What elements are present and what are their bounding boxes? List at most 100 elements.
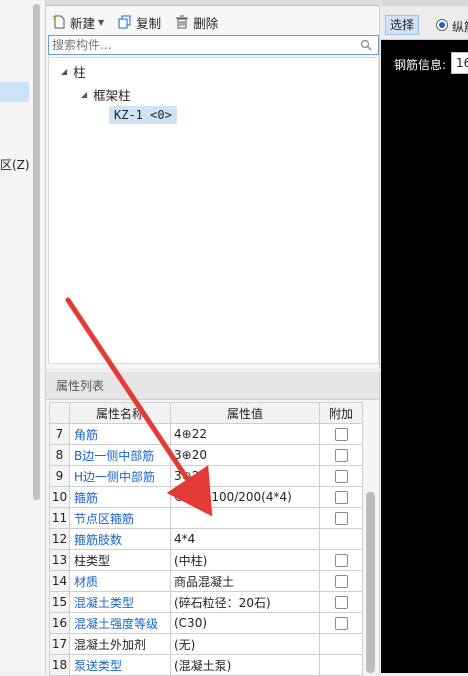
delete-button-label: 删除: [193, 15, 219, 31]
table-row[interactable]: 15 混凝土类型 (碎石粒径：20石): [49, 591, 363, 613]
table-row[interactable]: 18 泵送类型 (混凝土泵): [49, 654, 363, 676]
table-row[interactable]: 12 箍筋肢数 4*4: [49, 528, 363, 550]
tree-node-column-label: 柱: [73, 65, 86, 80]
new-file-icon: [52, 15, 66, 29]
longitudinal-bar-radio-label[interactable]: 纵筋: [452, 18, 468, 35]
property-value[interactable]: 4⊕22: [170, 423, 320, 445]
property-name[interactable]: 箍筋肢数: [69, 528, 171, 550]
trash-icon: [175, 15, 189, 29]
property-value[interactable]: 商品混凝土: [170, 570, 320, 592]
left-nav-z-label[interactable]: 区(Z): [0, 156, 30, 173]
select-button[interactable]: 选择: [385, 15, 419, 35]
property-name[interactable]: 角筋: [69, 423, 171, 445]
property-name[interactable]: B边一侧中部筋: [69, 444, 171, 466]
property-value[interactable]: (混凝土泵): [170, 654, 320, 676]
property-extra: [319, 465, 363, 487]
property-name[interactable]: 泵送类型: [69, 654, 171, 676]
property-name[interactable]: 节点区箍筋: [69, 507, 171, 529]
copy-button[interactable]: 复制: [118, 13, 161, 32]
property-name[interactable]: 箍筋: [69, 486, 171, 508]
table-row[interactable]: 17 混凝土外加剂 (无): [49, 633, 363, 655]
left-nav-panel: 区(Z): [0, 0, 46, 673]
component-panel: 新建 ▼ 复制 删除 ◢ 柱 ◢ 框架柱 K: [46, 0, 380, 368]
rebar-info-label: 钢筋信息:: [394, 58, 447, 72]
component-tree: ◢ 柱 ◢ 框架柱 KZ-1 <0>: [48, 57, 379, 364]
extra-checkbox[interactable]: [334, 470, 348, 483]
extra-checkbox[interactable]: [334, 596, 348, 609]
table-row[interactable]: 7 角筋 4⊕22: [49, 423, 363, 445]
property-table-header: 属性名称 属性值 附加: [49, 402, 363, 424]
left-nav-selected-item[interactable]: [0, 82, 29, 102]
property-name[interactable]: H边一侧中部筋: [69, 465, 171, 487]
property-value[interactable]: [170, 507, 320, 529]
expand-triangle-icon[interactable]: ◢: [61, 67, 67, 76]
column-header-extra[interactable]: 附加: [319, 402, 363, 424]
expand-triangle-icon[interactable]: ◢: [81, 90, 87, 99]
extra-checkbox[interactable]: [334, 554, 348, 567]
column-header-name[interactable]: 属性名称: [69, 402, 171, 424]
property-value[interactable]: 4*4: [170, 528, 320, 550]
extra-checkbox[interactable]: [334, 512, 348, 525]
property-value[interactable]: (C30): [170, 612, 320, 634]
property-panel-title: 属性列表: [46, 372, 379, 400]
table-row[interactable]: 11 节点区箍筋: [49, 507, 363, 529]
column-header-value[interactable]: 属性值: [170, 402, 320, 424]
property-extra: [319, 633, 363, 655]
row-number: 11: [49, 507, 70, 529]
extra-checkbox[interactable]: [334, 575, 348, 588]
new-button[interactable]: 新建 ▼: [52, 13, 104, 32]
delete-button[interactable]: 删除: [175, 13, 218, 32]
extra-checkbox[interactable]: [334, 449, 348, 462]
property-name[interactable]: 混凝土外加剂: [69, 633, 171, 655]
property-value[interactable]: 3⊕20: [170, 465, 320, 487]
property-name[interactable]: 混凝土类型: [69, 591, 171, 613]
row-number: 7: [49, 423, 70, 445]
row-number: 8: [49, 444, 70, 466]
property-name[interactable]: 柱类型: [69, 549, 171, 571]
property-value[interactable]: ⊕10@100/200(4*4): [170, 486, 320, 508]
column-header-num: [49, 402, 70, 424]
property-extra: [319, 486, 363, 508]
tree-node-kz1[interactable]: KZ-1 <0>: [109, 106, 177, 124]
property-extra: [319, 507, 363, 529]
property-table: 属性名称 属性值 附加 7 角筋 4⊕22 8 B边一侧中部筋 3⊕20 9 H边一侧中部筋 3…: [49, 402, 363, 676]
property-extra: [319, 444, 363, 466]
left-nav-scrollbar[interactable]: [33, 4, 40, 500]
property-extra: [319, 612, 363, 634]
row-number: 17: [49, 633, 70, 655]
property-value[interactable]: (中柱): [170, 549, 320, 571]
longitudinal-bar-radio[interactable]: [436, 19, 448, 31]
table-row[interactable]: 9 H边一侧中部筋 3⊕20: [49, 465, 363, 487]
property-value[interactable]: (碎石粒径：20石): [170, 591, 320, 613]
tree-node-frame-column[interactable]: ◢ 框架柱: [81, 85, 131, 104]
extra-checkbox[interactable]: [334, 428, 348, 441]
table-row[interactable]: 13 柱类型 (中柱): [49, 549, 363, 571]
row-number: 9: [49, 465, 70, 487]
property-extra: [319, 654, 363, 676]
property-extra: [319, 549, 363, 571]
component-search-box[interactable]: [48, 35, 379, 55]
rebar-info-input[interactable]: 16: [451, 52, 468, 74]
property-name[interactable]: 混凝土强度等级: [69, 612, 171, 634]
property-value[interactable]: 3⊕20: [170, 444, 320, 466]
search-icon[interactable]: [360, 39, 372, 51]
tree-node-column[interactable]: ◢ 柱: [61, 62, 86, 81]
rebar-toolbar: 选择 纵筋: [381, 6, 468, 40]
chevron-down-icon: ▼: [98, 17, 105, 27]
property-name[interactable]: 材质: [69, 570, 171, 592]
table-row[interactable]: 10 箍筋 ⊕10@100/200(4*4): [49, 486, 363, 508]
property-extra: [319, 570, 363, 592]
table-row[interactable]: 8 B边一侧中部筋 3⊕20: [49, 444, 363, 466]
property-value[interactable]: (无): [170, 633, 320, 655]
new-button-label: 新建: [70, 15, 96, 31]
extra-checkbox[interactable]: [334, 617, 348, 630]
table-row[interactable]: 16 混凝土强度等级 (C30): [49, 612, 363, 634]
table-row[interactable]: 14 材质 商品混凝土: [49, 570, 363, 592]
copy-icon: [118, 15, 132, 29]
search-input[interactable]: [49, 36, 349, 54]
property-extra: [319, 528, 363, 550]
extra-checkbox[interactable]: [334, 491, 348, 504]
property-panel-scrollbar[interactable]: [366, 492, 375, 673]
row-number: 18: [49, 654, 70, 676]
tree-node-frame-column-label: 框架柱: [93, 88, 131, 103]
